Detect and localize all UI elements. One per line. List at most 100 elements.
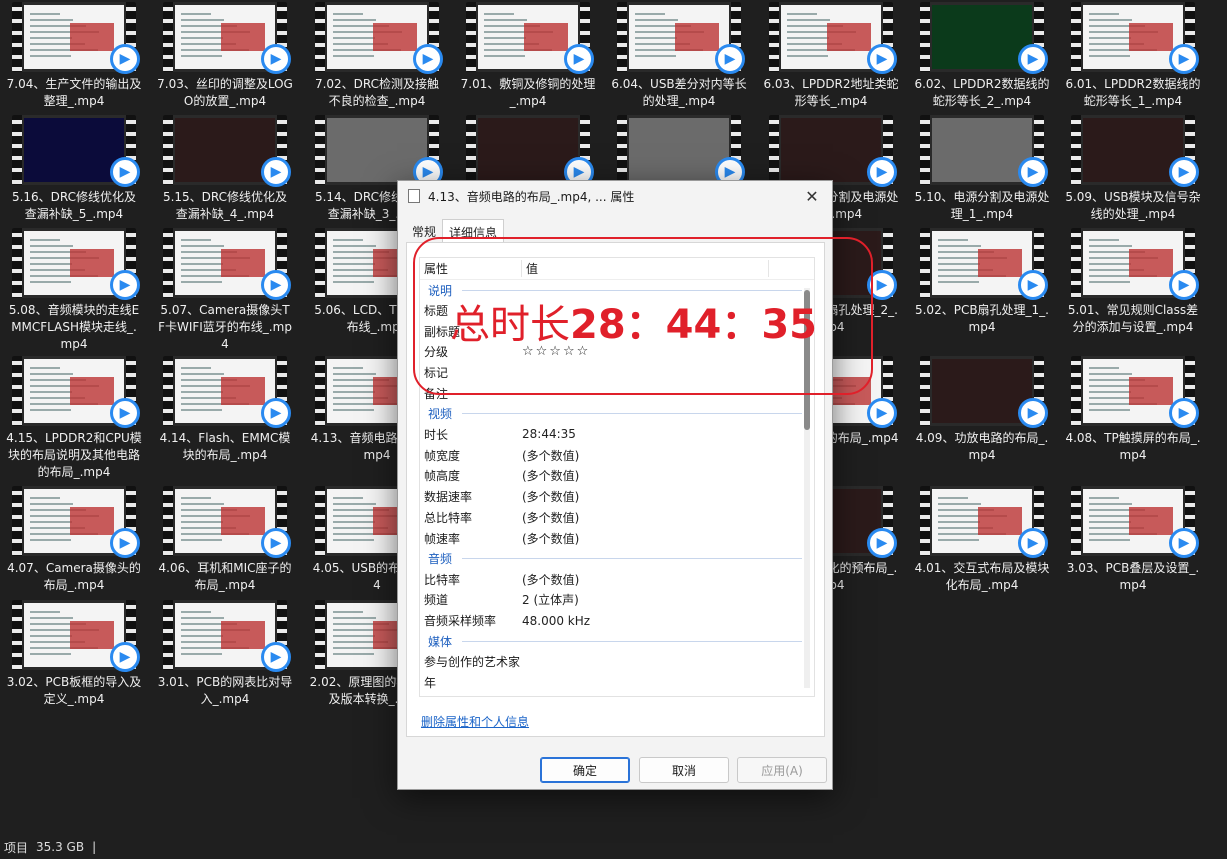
video-file-tile[interactable]: ▶ 7.01、敷铜及修铜的处理_.mp4: [460, 2, 596, 110]
play-badge-icon: ▶: [1169, 44, 1199, 74]
file-name: 6.04、USB差分对内等长的处理_.mp4: [611, 77, 747, 108]
file-name: 4.01、交互式布局及模块化布局_.mp4: [914, 561, 1050, 592]
row-value: (多个数值): [522, 511, 580, 526]
file-name: 7.03、丝印的调整及LOGO的放置_.mp4: [157, 77, 293, 108]
row-key: 帧宽度: [424, 448, 461, 463]
video-file-tile[interactable]: ▶ 3.01、PCB的网表比对导入_.mp4: [157, 600, 293, 708]
section-audio-label: 音频: [428, 552, 453, 567]
file-name: 4.07、Camera摄像头的布局_.mp4: [7, 561, 141, 592]
play-badge-icon: ▶: [261, 270, 291, 300]
video-file-tile[interactable]: ▶ 7.04、生产文件的输出及整理_.mp4: [6, 2, 142, 110]
file-name: 6.02、LPDDR2数据线的蛇形等长_2_.mp4: [914, 77, 1050, 108]
row-key: 时长: [424, 427, 449, 442]
property-row[interactable]: 帧高度 (多个数值): [420, 466, 814, 487]
file-name: 4.06、耳机和MIC座子的布局_.mp4: [158, 561, 292, 592]
play-badge-icon: ▶: [110, 398, 140, 428]
property-row[interactable]: 频道 2 (立体声): [420, 590, 814, 611]
row-value: (多个数值): [522, 572, 580, 587]
video-file-tile[interactable]: ▶ 7.02、DRC检测及接触不良的检查_.mp4: [309, 2, 445, 110]
play-badge-icon: ▶: [1018, 528, 1048, 558]
row-key: 年: [424, 675, 437, 690]
property-row[interactable]: 音频采样频率 48.000 kHz: [420, 610, 814, 631]
video-file-tile[interactable]: ▶ 3.02、PCB板框的导入及定义_.mp4: [6, 600, 142, 708]
video-file-tile[interactable]: ▶ 5.01、常见规则Class差分的添加与设置_.mp4: [1065, 228, 1201, 336]
play-badge-icon: ▶: [1018, 270, 1048, 300]
play-badge-icon: ▶: [1169, 270, 1199, 300]
property-row[interactable]: 帧宽度 (多个数值): [420, 445, 814, 466]
play-badge-icon: ▶: [261, 398, 291, 428]
status-items: 项目: [4, 840, 29, 855]
video-file-tile[interactable]: ▶ 5.07、Camera摄像头TF卡WIFI蓝牙的布线_.mp4: [157, 228, 293, 353]
video-file-tile[interactable]: ▶ 4.09、功放电路的布局_.mp4: [914, 356, 1050, 464]
video-file-tile[interactable]: ▶ 4.08、TP触摸屏的布局_.mp4: [1065, 356, 1201, 464]
video-file-tile[interactable]: ▶ 4.15、LPDDR2和CPU模块的布局说明及其他电路的布局_.mp4: [6, 356, 142, 481]
play-badge-icon: ▶: [564, 44, 594, 74]
play-badge-icon: ▶: [1018, 44, 1048, 74]
video-file-tile[interactable]: ▶ 6.01、LPDDR2数据线的蛇形等长_1_.mp4: [1065, 2, 1201, 110]
file-name: 5.07、Camera摄像头TF卡WIFI蓝牙的布线_.mp4: [158, 303, 292, 351]
property-row[interactable]: 帧速率 (多个数值): [420, 528, 814, 549]
video-file-tile[interactable]: ▶ 6.02、LPDDR2数据线的蛇形等长_2_.mp4: [914, 2, 1050, 110]
play-badge-icon: ▶: [867, 398, 897, 428]
play-badge-icon: ▶: [413, 44, 443, 74]
file-name: 3.01、PCB的网表比对导入_.mp4: [157, 675, 293, 706]
dialog-titlebar: 4.13、音频电路的布局_.mp4, ... 属性 ✕: [398, 181, 832, 211]
apply-button[interactable]: 应用(A): [737, 757, 827, 783]
remove-properties-link[interactable]: 删除属性和个人信息: [421, 713, 529, 730]
section-video: 视频: [420, 404, 814, 424]
video-file-tile[interactable]: ▶ 5.02、PCB扇孔处理_1_.mp4: [914, 228, 1050, 336]
file-icon: [408, 189, 420, 203]
file-name: 4.09、功放电路的布局_.mp4: [915, 431, 1049, 462]
file-name: 7.02、DRC检测及接触不良的检查_.mp4: [314, 77, 440, 108]
video-file-tile[interactable]: ▶ 5.15、DRC修线优化及查漏补缺_4_.mp4: [157, 115, 293, 223]
video-file-tile[interactable]: ▶ 7.03、丝印的调整及LOGO的放置_.mp4: [157, 2, 293, 110]
play-badge-icon: ▶: [261, 642, 291, 672]
play-badge-icon: ▶: [261, 44, 291, 74]
file-name: 5.10、电源分割及电源处理_1_.mp4: [914, 190, 1050, 221]
ok-button[interactable]: 确定: [540, 757, 630, 783]
video-file-tile[interactable]: ▶ 5.08、音频模块的走线EMMCFLASH模块走线_.mp4: [6, 228, 142, 353]
property-row[interactable]: 总比特率 (多个数值): [420, 507, 814, 528]
play-badge-icon: ▶: [867, 44, 897, 74]
file-name: 6.03、LPDDR2地址类蛇形等长_.mp4: [763, 77, 899, 108]
play-badge-icon: ▶: [261, 157, 291, 187]
status-separator: |: [92, 840, 97, 854]
video-file-tile[interactable]: ▶ 6.03、LPDDR2地址类蛇形等长_.mp4: [763, 2, 899, 110]
file-name: 4.08、TP触摸屏的布局_.mp4: [1065, 431, 1201, 462]
cancel-button[interactable]: 取消: [639, 757, 729, 783]
section-video-label: 视频: [428, 407, 453, 422]
video-file-tile[interactable]: ▶ 4.07、Camera摄像头的布局_.mp4: [6, 486, 142, 594]
property-row[interactable]: 比特率 (多个数值): [420, 569, 814, 590]
video-file-tile[interactable]: ▶ 4.06、耳机和MIC座子的布局_.mp4: [157, 486, 293, 594]
video-file-tile[interactable]: ▶ 4.01、交互式布局及模块化布局_.mp4: [914, 486, 1050, 594]
play-badge-icon: ▶: [1018, 398, 1048, 428]
close-button[interactable]: ✕: [792, 181, 832, 211]
video-file-tile[interactable]: ▶ 5.10、电源分割及电源处理_1_.mp4: [914, 115, 1050, 223]
play-badge-icon: ▶: [110, 44, 140, 74]
file-name: 5.02、PCB扇孔处理_1_.mp4: [914, 303, 1050, 334]
property-row[interactable]: 年: [420, 672, 814, 693]
property-row[interactable]: 参与创作的艺术家: [420, 651, 814, 672]
play-badge-icon: ▶: [867, 528, 897, 558]
video-file-tile[interactable]: ▶: [611, 115, 747, 189]
annotation-text: 总时长28：44：35: [450, 292, 817, 350]
file-name: 5.16、DRC修线优化及查漏补缺_5_.mp4: [11, 190, 137, 221]
play-badge-icon: ▶: [261, 528, 291, 558]
video-file-tile[interactable]: ▶ 5.16、DRC修线优化及查漏补缺_5_.mp4: [6, 115, 142, 223]
play-badge-icon: ▶: [110, 157, 140, 187]
video-file-tile[interactable]: ▶: [460, 115, 596, 189]
video-file-tile[interactable]: ▶ 3.03、PCB叠层及设置_.mp4: [1065, 486, 1201, 594]
video-file-tile[interactable]: ▶ 6.04、USB差分对内等长的处理_.mp4: [611, 2, 747, 110]
play-badge-icon: ▶: [715, 44, 745, 74]
play-badge-icon: ▶: [1169, 528, 1199, 558]
file-name: 5.15、DRC修线优化及查漏补缺_4_.mp4: [162, 190, 288, 221]
row-value: 28:44:35: [522, 427, 576, 442]
property-row[interactable]: 数据速率 (多个数值): [420, 486, 814, 507]
play-badge-icon: ▶: [1169, 398, 1199, 428]
video-file-tile[interactable]: ▶ 5.09、USB模块及信号杂线的处理_.mp4: [1065, 115, 1201, 223]
row-value: (多个数值): [522, 490, 580, 505]
section-media: 媒体: [420, 631, 814, 651]
property-row[interactable]: 时长 28:44:35: [420, 424, 814, 445]
video-file-tile[interactable]: ▶ 4.14、Flash、EMMC模块的布局_.mp4: [157, 356, 293, 464]
play-badge-icon: ▶: [110, 270, 140, 300]
